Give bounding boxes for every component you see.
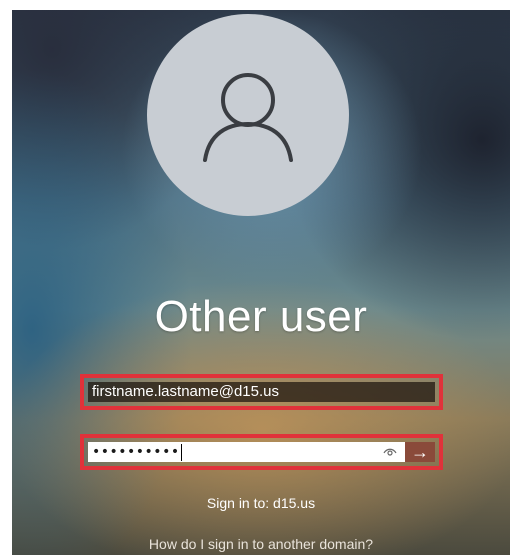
username-highlight-frame: firstname.lastname@d15.us: [80, 374, 443, 410]
password-input[interactable]: ••••••••••: [88, 442, 405, 462]
person-icon: [203, 73, 293, 162]
sign-in-domain-text: Sign in to: d15.us: [206, 495, 316, 511]
password-mask: ••••••••••: [92, 444, 180, 460]
arrow-right-icon: →: [411, 442, 429, 462]
username-value: firstname.lastname@d15.us: [92, 383, 279, 400]
lock-screen: Other user firstname.lastname@d15.us •••…: [12, 10, 510, 555]
account-name: Other user: [154, 292, 368, 341]
username-input[interactable]: firstname.lastname@d15.us: [88, 382, 435, 402]
other-domain-link[interactable]: How do I sign in to another domain?: [12, 536, 510, 552]
text-caret: [180, 443, 182, 461]
user-avatar: [147, 14, 349, 216]
eye-icon[interactable]: [383, 447, 397, 457]
password-highlight-frame: •••••••••• →: [80, 434, 443, 470]
submit-button[interactable]: →: [405, 442, 435, 462]
